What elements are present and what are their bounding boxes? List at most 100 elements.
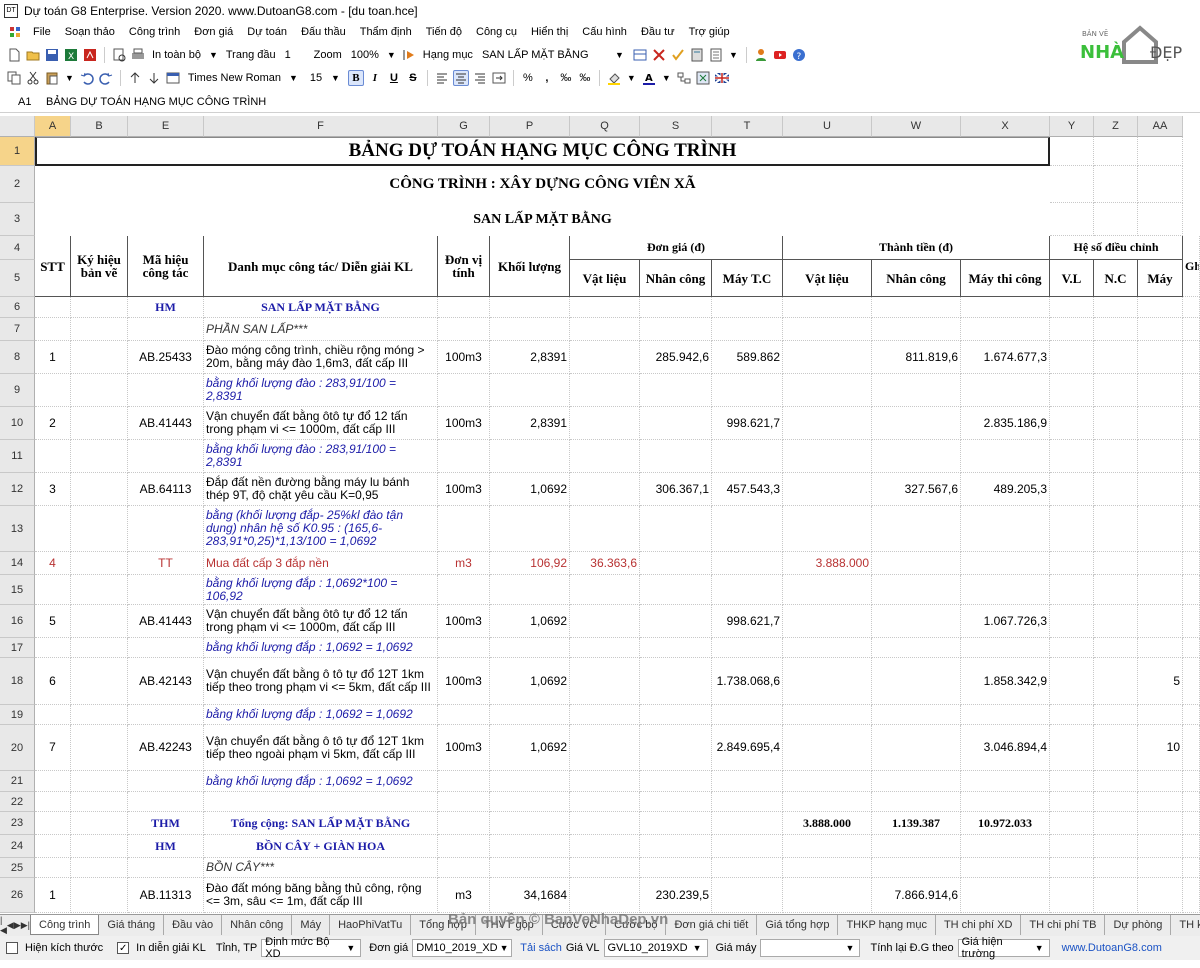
cell-p[interactable]: 106,92 <box>490 552 570 575</box>
cell-a[interactable] <box>35 705 71 725</box>
cell-q[interactable] <box>570 297 640 318</box>
cell-e[interactable] <box>128 440 204 473</box>
cell-t[interactable] <box>712 878 783 913</box>
cell-y[interactable] <box>1050 858 1094 878</box>
cell-s[interactable] <box>640 725 712 771</box>
cell-f[interactable]: bằng (khối lượng đắp- 25%kl đào tận dụng… <box>204 506 438 552</box>
cell-t[interactable] <box>712 374 783 407</box>
cell-a[interactable] <box>35 318 71 341</box>
cell[interactable] <box>1094 166 1138 203</box>
cell-g[interactable] <box>438 374 490 407</box>
cell-u[interactable] <box>783 638 872 658</box>
row-header[interactable]: 9 <box>0 374 35 407</box>
cell-z[interactable] <box>1094 835 1138 858</box>
menu-estimate[interactable]: Dự toán <box>240 26 294 38</box>
calculator-icon[interactable] <box>689 47 705 63</box>
excel-export-icon[interactable] <box>695 70 711 86</box>
font-family-select[interactable]: Times New Roman ▼ <box>183 69 304 87</box>
cell-f[interactable]: bằng khối lượng đào : 283,91/100 = 2,839… <box>204 440 438 473</box>
font-size-select[interactable]: 15 ▼ <box>307 69 345 87</box>
cell-f[interactable]: PHẦN SAN LẤP*** <box>204 318 438 341</box>
sheet-tab[interactable]: Giá tháng <box>99 915 165 935</box>
cell-p[interactable]: 2,8391 <box>490 341 570 374</box>
cell-w[interactable] <box>872 297 961 318</box>
menu-investment[interactable]: Đầu tư <box>634 26 682 38</box>
cell-p[interactable]: 1,0692 <box>490 605 570 638</box>
cell-w[interactable]: 811.819,6 <box>872 341 961 374</box>
row-header[interactable]: 17 <box>0 638 35 658</box>
sheet-tab[interactable]: TH chi phí XD <box>936 915 1022 935</box>
cell-aa[interactable] <box>1138 575 1183 605</box>
cell-aa[interactable] <box>1138 341 1183 374</box>
cell-g[interactable]: m3 <box>438 878 490 913</box>
cell-x[interactable]: 10.972.033 <box>961 812 1050 835</box>
cell-y[interactable] <box>1050 725 1094 771</box>
open-folder-icon[interactable] <box>25 47 41 63</box>
cell-f[interactable]: bằng khối lượng đắp : 1,0692 = 1,0692 <box>204 638 438 658</box>
cell-q[interactable] <box>570 506 640 552</box>
cell-w[interactable] <box>872 771 961 792</box>
cell-e[interactable] <box>128 575 204 605</box>
cell-y[interactable] <box>1050 506 1094 552</box>
cell-t[interactable] <box>712 297 783 318</box>
sheet-tab[interactable]: Máy <box>292 915 331 935</box>
print-icon[interactable] <box>130 47 146 63</box>
cell-aa[interactable]: 10 <box>1138 725 1183 771</box>
cell-z[interactable] <box>1094 792 1138 812</box>
header-vat-lieu[interactable]: Vật liệu <box>570 260 640 297</box>
cell-u[interactable] <box>783 506 872 552</box>
cell-e[interactable]: AB.25433 <box>128 341 204 374</box>
menu-config[interactable]: Cấu hình <box>575 26 634 38</box>
menu-view[interactable]: Hiển thị <box>524 26 575 38</box>
cell-a[interactable] <box>35 792 71 812</box>
cell[interactable] <box>1183 374 1200 407</box>
cell-g[interactable]: 100m3 <box>438 407 490 440</box>
row-header[interactable]: 16 <box>0 605 35 638</box>
cell-e[interactable] <box>128 792 204 812</box>
cell-s[interactable]: 230.239,5 <box>640 878 712 913</box>
header-don-vi[interactable]: Đơn vị tính <box>438 236 490 297</box>
cell-b[interactable] <box>71 297 128 318</box>
cell-s[interactable] <box>640 297 712 318</box>
header-nhan-cong[interactable]: Nhân công <box>640 260 712 297</box>
save-icon[interactable] <box>44 47 60 63</box>
cell-w[interactable] <box>872 835 961 858</box>
header-may-thi-cong[interactable]: Máy thi công <box>961 260 1050 297</box>
cell-y[interactable] <box>1050 812 1094 835</box>
chevron-down-icon[interactable]: ▼ <box>207 50 220 60</box>
print-preview-icon[interactable] <box>111 47 127 63</box>
cell-aa[interactable] <box>1138 440 1183 473</box>
cell-z[interactable] <box>1094 297 1138 318</box>
cell[interactable] <box>1183 812 1200 835</box>
delete-icon[interactable] <box>651 47 667 63</box>
redo-icon[interactable] <box>98 70 114 86</box>
machine-price-select[interactable]: ▼ <box>760 939 861 957</box>
cell-e[interactable] <box>128 638 204 658</box>
cell-a[interactable] <box>35 440 71 473</box>
cell-s[interactable] <box>640 638 712 658</box>
cell-e[interactable]: TT <box>128 552 204 575</box>
cell-q[interactable] <box>570 374 640 407</box>
cell-s[interactable] <box>640 575 712 605</box>
cell-aa[interactable] <box>1138 407 1183 440</box>
cell-e[interactable] <box>128 771 204 792</box>
cell[interactable] <box>1183 792 1200 812</box>
cell-g[interactable]: 100m3 <box>438 658 490 705</box>
cell[interactable] <box>1183 297 1200 318</box>
hm-select[interactable]: SAN LẤP MẶT BẰNG ▼ <box>479 49 629 61</box>
cell-g[interactable] <box>438 297 490 318</box>
help-icon[interactable]: ? <box>791 47 807 63</box>
header-danh-muc[interactable]: Danh mục công tác/ Diễn giải KL <box>204 236 438 297</box>
fill-color-icon[interactable] <box>606 70 622 86</box>
row-header[interactable]: 12 <box>0 473 35 506</box>
align-center-icon[interactable] <box>452 70 469 86</box>
cell-a[interactable] <box>35 575 71 605</box>
cell-x[interactable] <box>961 638 1050 658</box>
row-header[interactable]: 18 <box>0 658 35 705</box>
cell-f[interactable]: bằng khối lượng đắp : 1,0692*100 = 106,9… <box>204 575 438 605</box>
cell[interactable] <box>1094 203 1138 236</box>
cell-a[interactable]: 5 <box>35 605 71 638</box>
zoom-select[interactable]: 100% <box>348 49 382 61</box>
cell-y[interactable] <box>1050 407 1094 440</box>
cell-p[interactable] <box>490 835 570 858</box>
